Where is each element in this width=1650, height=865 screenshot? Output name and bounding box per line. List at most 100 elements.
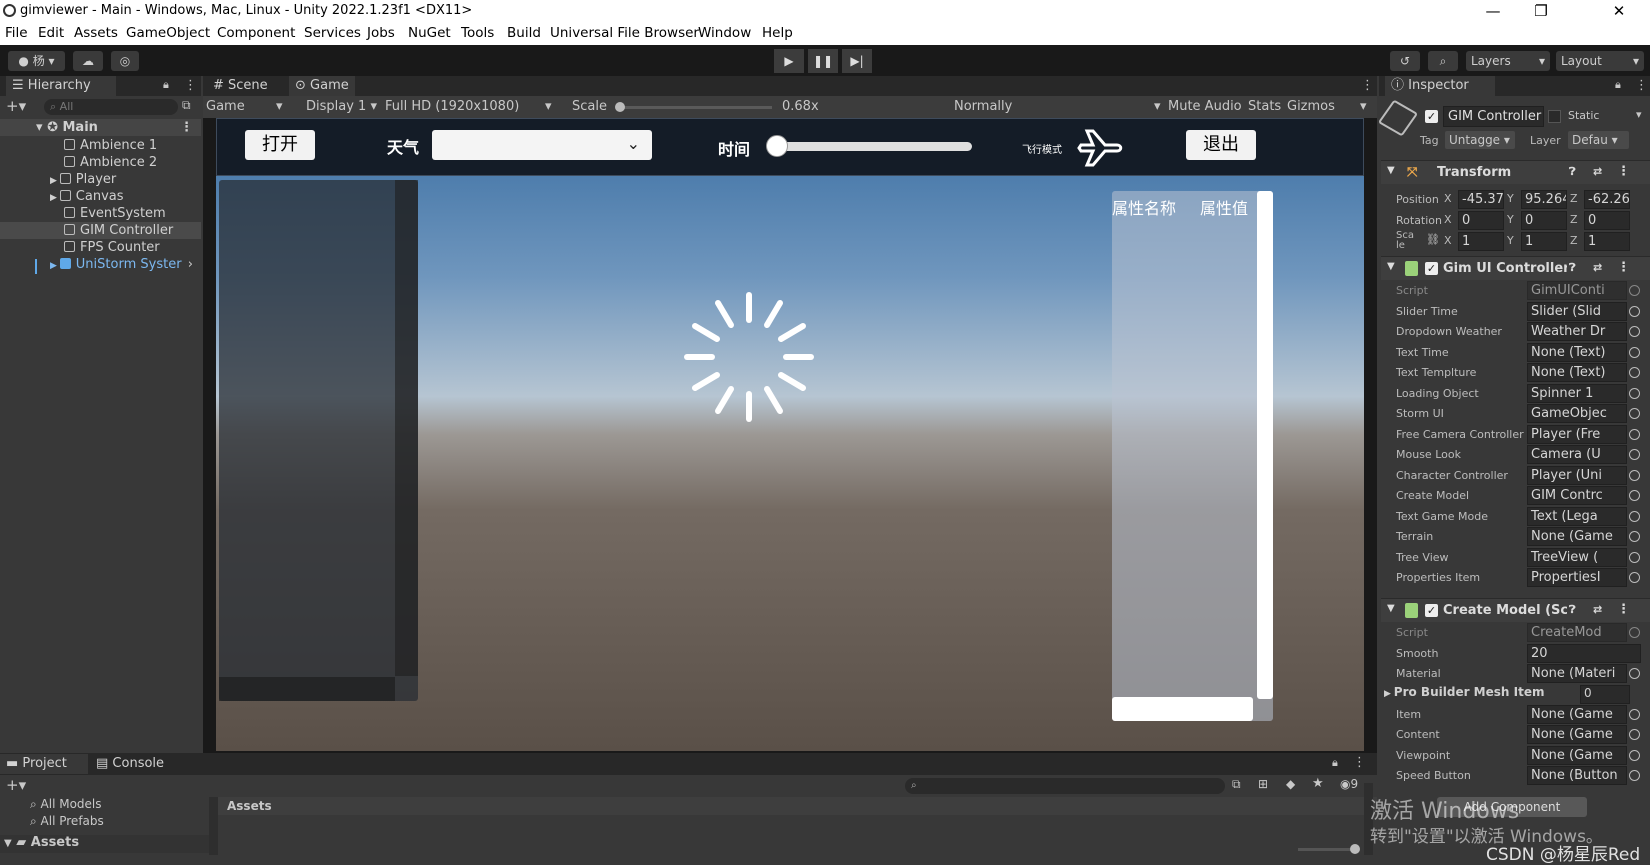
pro-builder-count[interactable]: 0 (1580, 685, 1630, 704)
static-checkbox[interactable] (1548, 110, 1561, 123)
icon-size-slider[interactable] (1298, 844, 1360, 854)
close-button[interactable]: ✕ (1596, 0, 1642, 24)
preset-icon[interactable]: ⇄ (1593, 603, 1602, 616)
field-value[interactable]: None (Materi (1527, 664, 1627, 683)
help-icon[interactable]: ❓︎ (1569, 603, 1576, 617)
icon-size-slider-handle[interactable] (1350, 844, 1360, 854)
help-icon[interactable]: ❓︎ (1569, 165, 1576, 179)
kebab-menu-icon[interactable]: ⋮ (1635, 78, 1648, 93)
object-picker-icon[interactable] (1629, 367, 1640, 378)
scale-slider-handle[interactable] (615, 102, 625, 112)
create-model-header[interactable]: ▼ ✓ Create Model (Scrip ❓︎ ⇄ ⋮ (1381, 598, 1650, 622)
kebab-menu-icon[interactable]: ⋮ (1353, 755, 1366, 770)
object-picker-icon[interactable] (1629, 326, 1640, 337)
add-icon[interactable]: +▾ (6, 776, 26, 794)
tab-inspector[interactable]: ⓘ Inspector (1385, 76, 1495, 96)
open-button[interactable]: 打开 (245, 130, 315, 160)
layout-dropdown[interactable]: Layout ▾ (1556, 51, 1644, 71)
object-picker-icon[interactable] (1629, 709, 1640, 720)
scene-row-main[interactable]: ▾ ✪ Main ⋮ (0, 119, 201, 136)
object-picker-icon[interactable] (1629, 668, 1640, 679)
scale-z-value[interactable]: 1 (1584, 232, 1630, 251)
label-icon[interactable]: ◆ (1286, 777, 1295, 791)
field-value[interactable]: Slider (Slid (1527, 302, 1627, 321)
field-value[interactable]: GameObjec (1527, 404, 1627, 423)
field-value[interactable]: Text (Lega (1527, 507, 1627, 526)
field-value[interactable]: TreeView ( (1527, 548, 1627, 567)
airplane-icon[interactable] (1077, 127, 1123, 169)
object-picker-icon[interactable] (1629, 490, 1640, 501)
object-picker-icon[interactable] (1629, 511, 1640, 522)
tree-hscrollbar[interactable] (219, 677, 395, 701)
object-picker-icon[interactable] (1629, 531, 1640, 542)
cloud-icon[interactable]: ☁ (73, 51, 103, 71)
hierarchy-item[interactable]: ▶ Player (0, 171, 201, 188)
object-picker-icon[interactable] (1629, 388, 1640, 399)
menu-window[interactable]: Window (698, 25, 751, 41)
assets-breadcrumb[interactable]: Assets (218, 797, 1377, 815)
menu-component[interactable]: Component (217, 25, 295, 41)
field-value[interactable]: Weather Dr (1527, 322, 1627, 341)
position-z-value[interactable]: -62.26 (1584, 190, 1630, 209)
search-filter-icon[interactable]: ⧉ (182, 98, 191, 113)
rotation-z-value[interactable]: 0 (1584, 211, 1630, 230)
menu-tools[interactable]: Tools (461, 25, 494, 41)
lock-icon[interactable]: 🔒︎ (163, 78, 169, 92)
field-value[interactable]: None (Game (1527, 705, 1627, 724)
menu-file[interactable]: File (5, 25, 28, 41)
menu-services[interactable]: Services (304, 25, 361, 41)
game-viewport[interactable]: 打开 天气 ⌄ 时间 飞行模式 退出 属性名称 属性值 (216, 118, 1364, 751)
object-picker-icon[interactable] (1629, 770, 1640, 781)
tab-console[interactable]: ▤ Console (96, 754, 164, 774)
object-picker-icon[interactable] (1629, 572, 1640, 583)
search-icon[interactable]: ⌕ (1428, 51, 1458, 71)
rotation-y-value[interactable]: 0 (1521, 211, 1567, 230)
kebab-menu-icon[interactable]: ⋮ (1361, 78, 1374, 93)
properties-scrollbar[interactable] (1257, 191, 1273, 699)
scale-slider[interactable] (615, 102, 772, 112)
lock-icon[interactable]: 🔒︎ (1332, 756, 1338, 770)
hidden-packages-icon[interactable]: ◉9 (1340, 777, 1358, 791)
menu-help[interactable]: Help (762, 25, 793, 41)
link-scale-icon[interactable]: ⛓︎ (1426, 233, 1440, 246)
component-menu-icon[interactable]: ⋮ (1617, 164, 1630, 179)
weather-dropdown[interactable]: ⌄ (432, 130, 652, 160)
vsync-dropdown[interactable]: Normally ▾ (954, 99, 1161, 114)
object-picker-icon[interactable] (1629, 449, 1640, 460)
hierarchy-item-prefab[interactable]: ▶ UniStorm Syster › (0, 256, 201, 273)
gizmos-toggle[interactable]: Gizmos (1287, 99, 1335, 114)
history-icon[interactable]: ↺ (1390, 51, 1420, 71)
object-picker-icon[interactable] (1629, 470, 1640, 481)
object-picker-icon[interactable] (1629, 306, 1640, 317)
preset-icon[interactable]: ⇄ (1593, 165, 1602, 178)
lock-icon[interactable]: 🔒︎ (1615, 78, 1621, 92)
favorite-all-prefabs[interactable]: ⌕ All Prefabs (30, 814, 104, 829)
field-value[interactable]: PropertiesI (1527, 568, 1627, 587)
menu-jobs[interactable]: Jobs (367, 25, 395, 41)
position-x-value[interactable]: -45.37 (1458, 190, 1504, 209)
mute-audio-toggle[interactable]: Mute Audio (1168, 99, 1242, 114)
time-slider[interactable] (766, 135, 972, 157)
active-checkbox[interactable]: ✓ (1425, 110, 1438, 123)
scale-y-value[interactable]: 1 (1521, 232, 1567, 251)
hierarchy-item[interactable]: Ambience 1 (0, 137, 201, 154)
component-enabled-checkbox[interactable]: ✓ (1425, 604, 1438, 617)
field-value[interactable]: None (Game (1527, 746, 1627, 765)
tree-scrollbar[interactable] (395, 180, 418, 676)
favorites-scrollbar[interactable] (209, 797, 218, 855)
hierarchy-item[interactable]: ▶ Canvas (0, 188, 201, 205)
tab-game[interactable]: ⊙ Game (289, 76, 355, 96)
hierarchy-item-selected[interactable]: GIM Controller (0, 222, 201, 239)
object-picker-icon[interactable] (1629, 750, 1640, 761)
object-picker-icon[interactable] (1629, 408, 1640, 419)
game-mode-dropdown[interactable]: Game ▾ (206, 99, 283, 114)
field-value[interactable]: 20 (1527, 644, 1641, 663)
gim-ui-controller-header[interactable]: ▼ ✓ Gim UI Controller (Sc ❓︎ ⇄ ⋮ (1381, 256, 1650, 280)
object-picker-icon[interactable] (1629, 347, 1640, 358)
hierarchy-item[interactable]: Ambience 2 (0, 154, 201, 171)
field-value[interactable]: None (Game (1527, 527, 1627, 546)
tab-hierarchy[interactable]: ☰ Hierarchy (6, 76, 116, 96)
filter-type-icon[interactable]: ⊞ (1258, 777, 1268, 791)
maximize-button[interactable]: ❐ (1518, 0, 1564, 24)
step-button[interactable]: ▶| (842, 49, 872, 73)
